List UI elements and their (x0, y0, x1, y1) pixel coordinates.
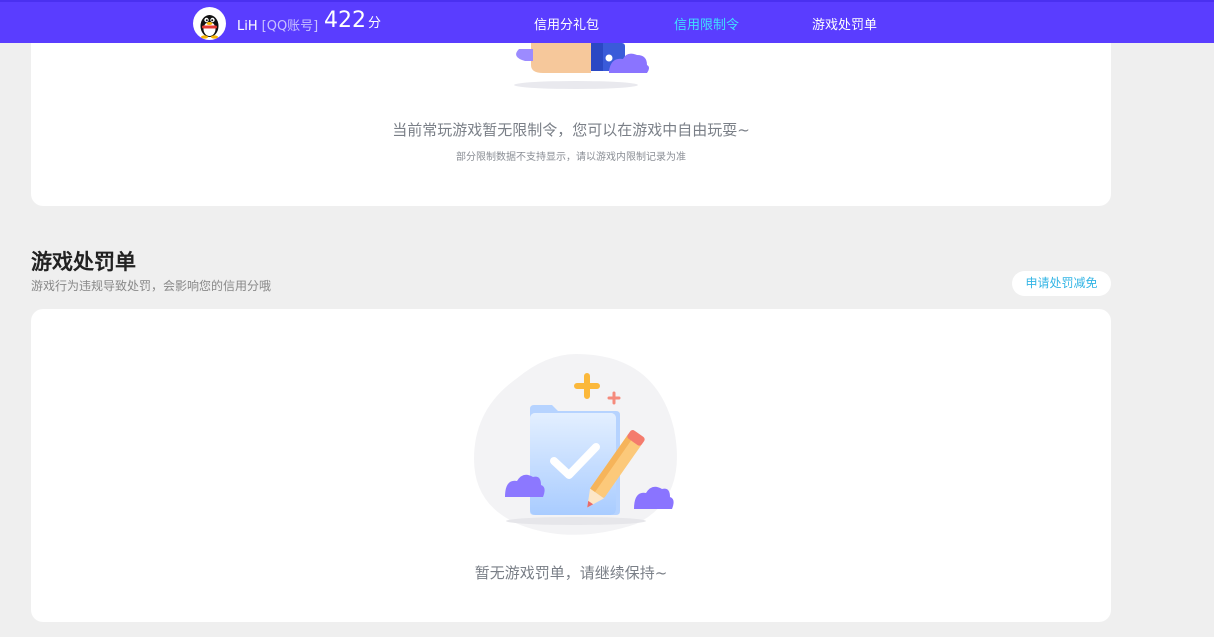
tab-credit-gift[interactable]: 信用分礼包 (534, 14, 599, 33)
apply-penalty-reduction-button[interactable]: 申请处罚减免 (1012, 271, 1111, 296)
tab-game-penalty[interactable]: 游戏处罚单 (812, 14, 877, 33)
penalty-empty-text: 暂无游戏罚单，请继续保持~ (474, 564, 668, 582)
score-unit: 分 (368, 16, 382, 31)
score-value: 422 (324, 8, 366, 33)
credit-score: 422 分 (324, 8, 381, 33)
restriction-card: 当前常玩游戏暂无限制令，您可以在游戏中自由玩耍~ 部分限制数据不支持显示，请以游… (31, 43, 1111, 206)
account-type: [QQ账号] (261, 19, 319, 34)
penalty-section-title: 游戏处罚单 (31, 250, 136, 274)
penalty-section-subtitle: 游戏行为违规导致处罚，会影响您的信用分哦 (31, 279, 272, 293)
penalty-card: 暂无游戏罚单，请继续保持~ (31, 309, 1111, 622)
checklist-pencil-illustration (474, 354, 677, 535)
tab-credit-restriction[interactable]: 信用限制令 (674, 14, 739, 33)
restriction-note: 部分限制数据不支持显示，请以游戏内限制记录为准 (456, 152, 686, 163)
user-info: LiH [QQ账号] (237, 15, 318, 34)
hand-card-illustration (514, 43, 649, 89)
qq-penguin-icon (200, 15, 219, 39)
avatar[interactable] (193, 7, 226, 40)
top-nav-bar: LiH [QQ账号] 422 分 信用分礼包 信用限制令 游戏处罚单 (0, 0, 1214, 45)
restriction-empty-text: 当前常玩游戏暂无限制令，您可以在游戏中自由玩耍~ (392, 121, 750, 139)
username: LiH (237, 19, 258, 34)
